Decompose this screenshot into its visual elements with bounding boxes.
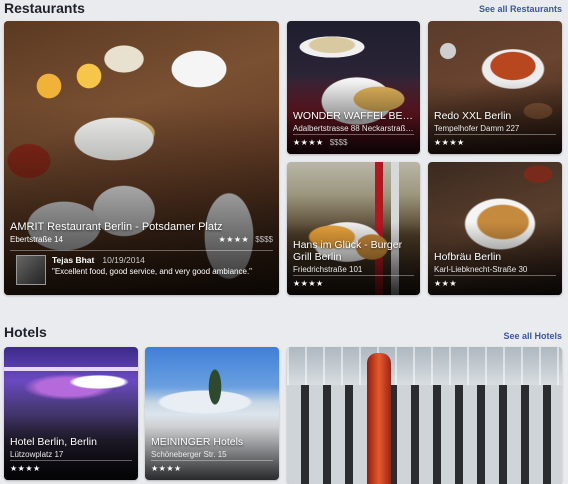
rating-stars: ★★★★ [151, 464, 182, 473]
see-all-hotels-link[interactable]: See all Hotels [503, 331, 562, 341]
price-level: $$$$ [255, 235, 273, 244]
restaurant-name: AMRIT Restaurant Berlin - Potsdamer Plat… [10, 221, 223, 233]
glass-roof [287, 347, 562, 385]
restaurant-card-hofbraeu[interactable]: Hofbräu Berlin Karl-Liebknecht-Straße 30… [428, 162, 562, 295]
reviewer-name[interactable]: Tejas Bhat [52, 255, 94, 265]
restaurant-card-redo-xxl[interactable]: Redo XXL Berlin Tempelhofer Damm 227 ★★★… [428, 21, 562, 154]
hotel-name: MEININGER Hotels [151, 436, 244, 448]
restaurant-name: Hofbräu Berlin [434, 251, 502, 263]
hotel-name: Hotel Berlin, Berlin [10, 436, 97, 448]
restaurant-address: Adalbertstrasse 88 Neckarstraße 2 [293, 124, 414, 133]
rating-stars: ★★★★ [293, 279, 324, 288]
reviewer-avatar[interactable] [16, 255, 46, 285]
hotel-card-atrium[interactable] [287, 347, 562, 484]
see-all-restaurants-link[interactable]: See all Restaurants [479, 4, 562, 14]
restaurant-address: Friedrichstraße 101 [293, 265, 363, 274]
restaurant-card-hans-im-glueck[interactable]: Hans im Glück - Burger Grill Berlin Frie… [287, 162, 420, 295]
hotel-card-hotel-berlin[interactable]: Hotel Berlin, Berlin Lützowplatz 17 ★★★★ [4, 347, 138, 480]
rating-stars: ★★★ [434, 279, 458, 288]
rating-stars: ★★★★ [218, 235, 250, 244]
review-text: "Excellent food, good service, and very … [52, 267, 253, 276]
hotels-heading: Hotels [4, 324, 47, 340]
restaurant-address: Ebertstraße 14 [10, 235, 63, 244]
restaurant-name: Redo XXL Berlin [434, 110, 512, 122]
restaurant-card-amrit[interactable]: AMRIT Restaurant Berlin - Potsdamer Plat… [4, 21, 279, 295]
restaurant-address: Tempelhofer Damm 227 [434, 124, 520, 133]
restaurant-address: Karl-Liebknecht-Straße 30 [434, 265, 528, 274]
restaurant-name: WONDER WAFFEL BERLIN [293, 110, 414, 122]
rating-stars: ★★★★ [434, 138, 465, 147]
red-column [367, 353, 391, 484]
hotel-address: Lützowplatz 17 [10, 450, 64, 459]
rating-stars: ★★★★ [293, 138, 324, 147]
restaurants-heading: Restaurants [4, 0, 85, 16]
price-level: $$$$ [329, 138, 348, 147]
rating-stars: ★★★★ [10, 464, 41, 473]
review-date: 10/19/2014 [102, 255, 145, 265]
restaurant-card-wonder-waffel[interactable]: WONDER WAFFEL BERLIN Adalbertstrasse 88 … [287, 21, 420, 154]
hotel-address: Schöneberger Str. 15 [151, 450, 227, 459]
restaurant-name: Hans im Glück - Burger Grill Berlin [293, 239, 403, 263]
featured-review: Tejas Bhat 10/19/2014 "Excellent food, go… [16, 255, 271, 285]
hotel-card-meininger[interactable]: MEININGER Hotels Schöneberger Str. 15 ★★… [145, 347, 279, 480]
